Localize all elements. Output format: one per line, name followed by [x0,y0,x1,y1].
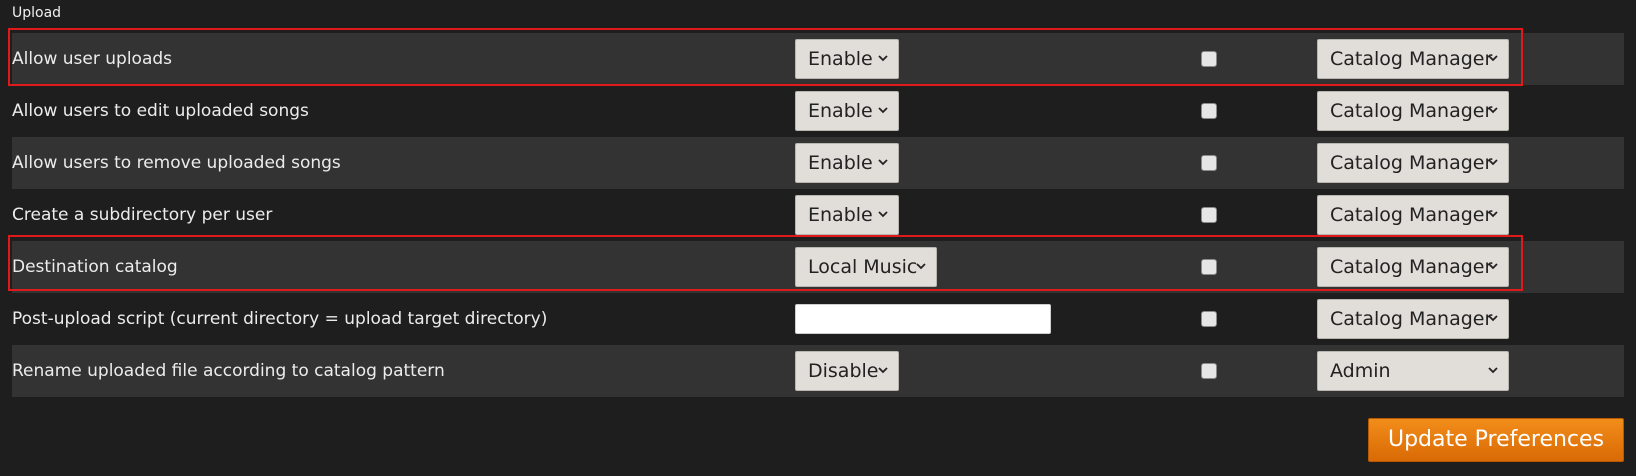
chevron-down-icon [878,55,888,62]
access-level-text: Catalog Manager [1330,204,1493,226]
value-select[interactable]: Disable [795,351,899,391]
value-select[interactable]: Enable [795,39,899,79]
access-level-text: Catalog Manager [1330,308,1493,330]
section-title: Upload [12,5,62,21]
pref-label: Create a subdirectory per user [12,205,273,225]
chevron-down-icon [878,107,888,114]
post-upload-script-input[interactable] [795,304,1051,334]
chevron-down-icon [1488,211,1498,218]
pref-label: Allow user uploads [12,49,173,69]
chevron-down-icon [1488,263,1498,270]
pref-label: Rename uploaded file according to catalo… [12,361,445,381]
access-level-select[interactable]: Catalog Manager [1317,247,1509,287]
value-select-text: Enable [808,100,873,122]
chevron-down-icon [1488,315,1498,322]
apply-all-checkbox[interactable] [1201,363,1217,379]
preferences-page: Upload Allow user uploads Enable Catalog… [0,0,1636,476]
catalog-select[interactable]: Local Music [795,247,937,287]
apply-all-checkbox[interactable] [1201,259,1217,275]
value-select-text: Disable [808,360,879,382]
chevron-down-icon [1488,55,1498,62]
access-level-select[interactable]: Catalog Manager [1317,195,1509,235]
value-select-text: Local Music [808,256,918,278]
chevron-down-icon [878,211,888,218]
access-level-select[interactable]: Catalog Manager [1317,39,1509,79]
pref-row-allow-user-uploads: Allow user uploads Enable Catalog Manage… [12,33,1624,85]
pref-row-destination-catalog: Destination catalog Local Music Catalog … [12,241,1624,293]
value-select-text: Enable [808,204,873,226]
chevron-down-icon [1488,159,1498,166]
access-level-select[interactable]: Catalog Manager [1317,299,1509,339]
access-level-select[interactable]: Catalog Manager [1317,91,1509,131]
access-level-text: Admin [1330,360,1391,382]
value-select[interactable]: Enable [795,143,899,183]
pref-row-subdirectory-per-user: Create a subdirectory per user Enable Ca… [12,189,1624,241]
value-select-text: Enable [808,48,873,70]
chevron-down-icon [878,159,888,166]
preferences-table: Allow user uploads Enable Catalog Manage… [12,33,1624,397]
chevron-down-icon [878,367,888,374]
pref-row-post-upload-script: Post-upload script (current directory = … [12,293,1624,345]
pref-label: Destination catalog [12,257,178,277]
access-level-text: Catalog Manager [1330,152,1493,174]
update-preferences-button[interactable]: Update Preferences [1368,418,1624,462]
value-select[interactable]: Enable [795,195,899,235]
apply-all-checkbox[interactable] [1201,51,1217,67]
access-level-select[interactable]: Admin [1317,351,1509,391]
chevron-down-icon [1488,107,1498,114]
value-select[interactable]: Enable [795,91,899,131]
chevron-down-icon [916,263,926,270]
apply-all-checkbox[interactable] [1201,311,1217,327]
pref-row-edit-uploaded-songs: Allow users to edit uploaded songs Enabl… [12,85,1624,137]
chevron-down-icon [1488,367,1498,374]
pref-row-remove-uploaded-songs: Allow users to remove uploaded songs Ena… [12,137,1624,189]
access-level-text: Catalog Manager [1330,100,1493,122]
access-level-text: Catalog Manager [1330,48,1493,70]
value-select-text: Enable [808,152,873,174]
access-level-text: Catalog Manager [1330,256,1493,278]
pref-label: Post-upload script (current directory = … [12,309,548,329]
apply-all-checkbox[interactable] [1201,207,1217,223]
apply-all-checkbox[interactable] [1201,155,1217,171]
access-level-select[interactable]: Catalog Manager [1317,143,1509,183]
pref-label: Allow users to remove uploaded songs [12,153,341,173]
pref-row-rename-uploaded-file: Rename uploaded file according to catalo… [12,345,1624,397]
apply-all-checkbox[interactable] [1201,103,1217,119]
pref-label: Allow users to edit uploaded songs [12,101,309,121]
